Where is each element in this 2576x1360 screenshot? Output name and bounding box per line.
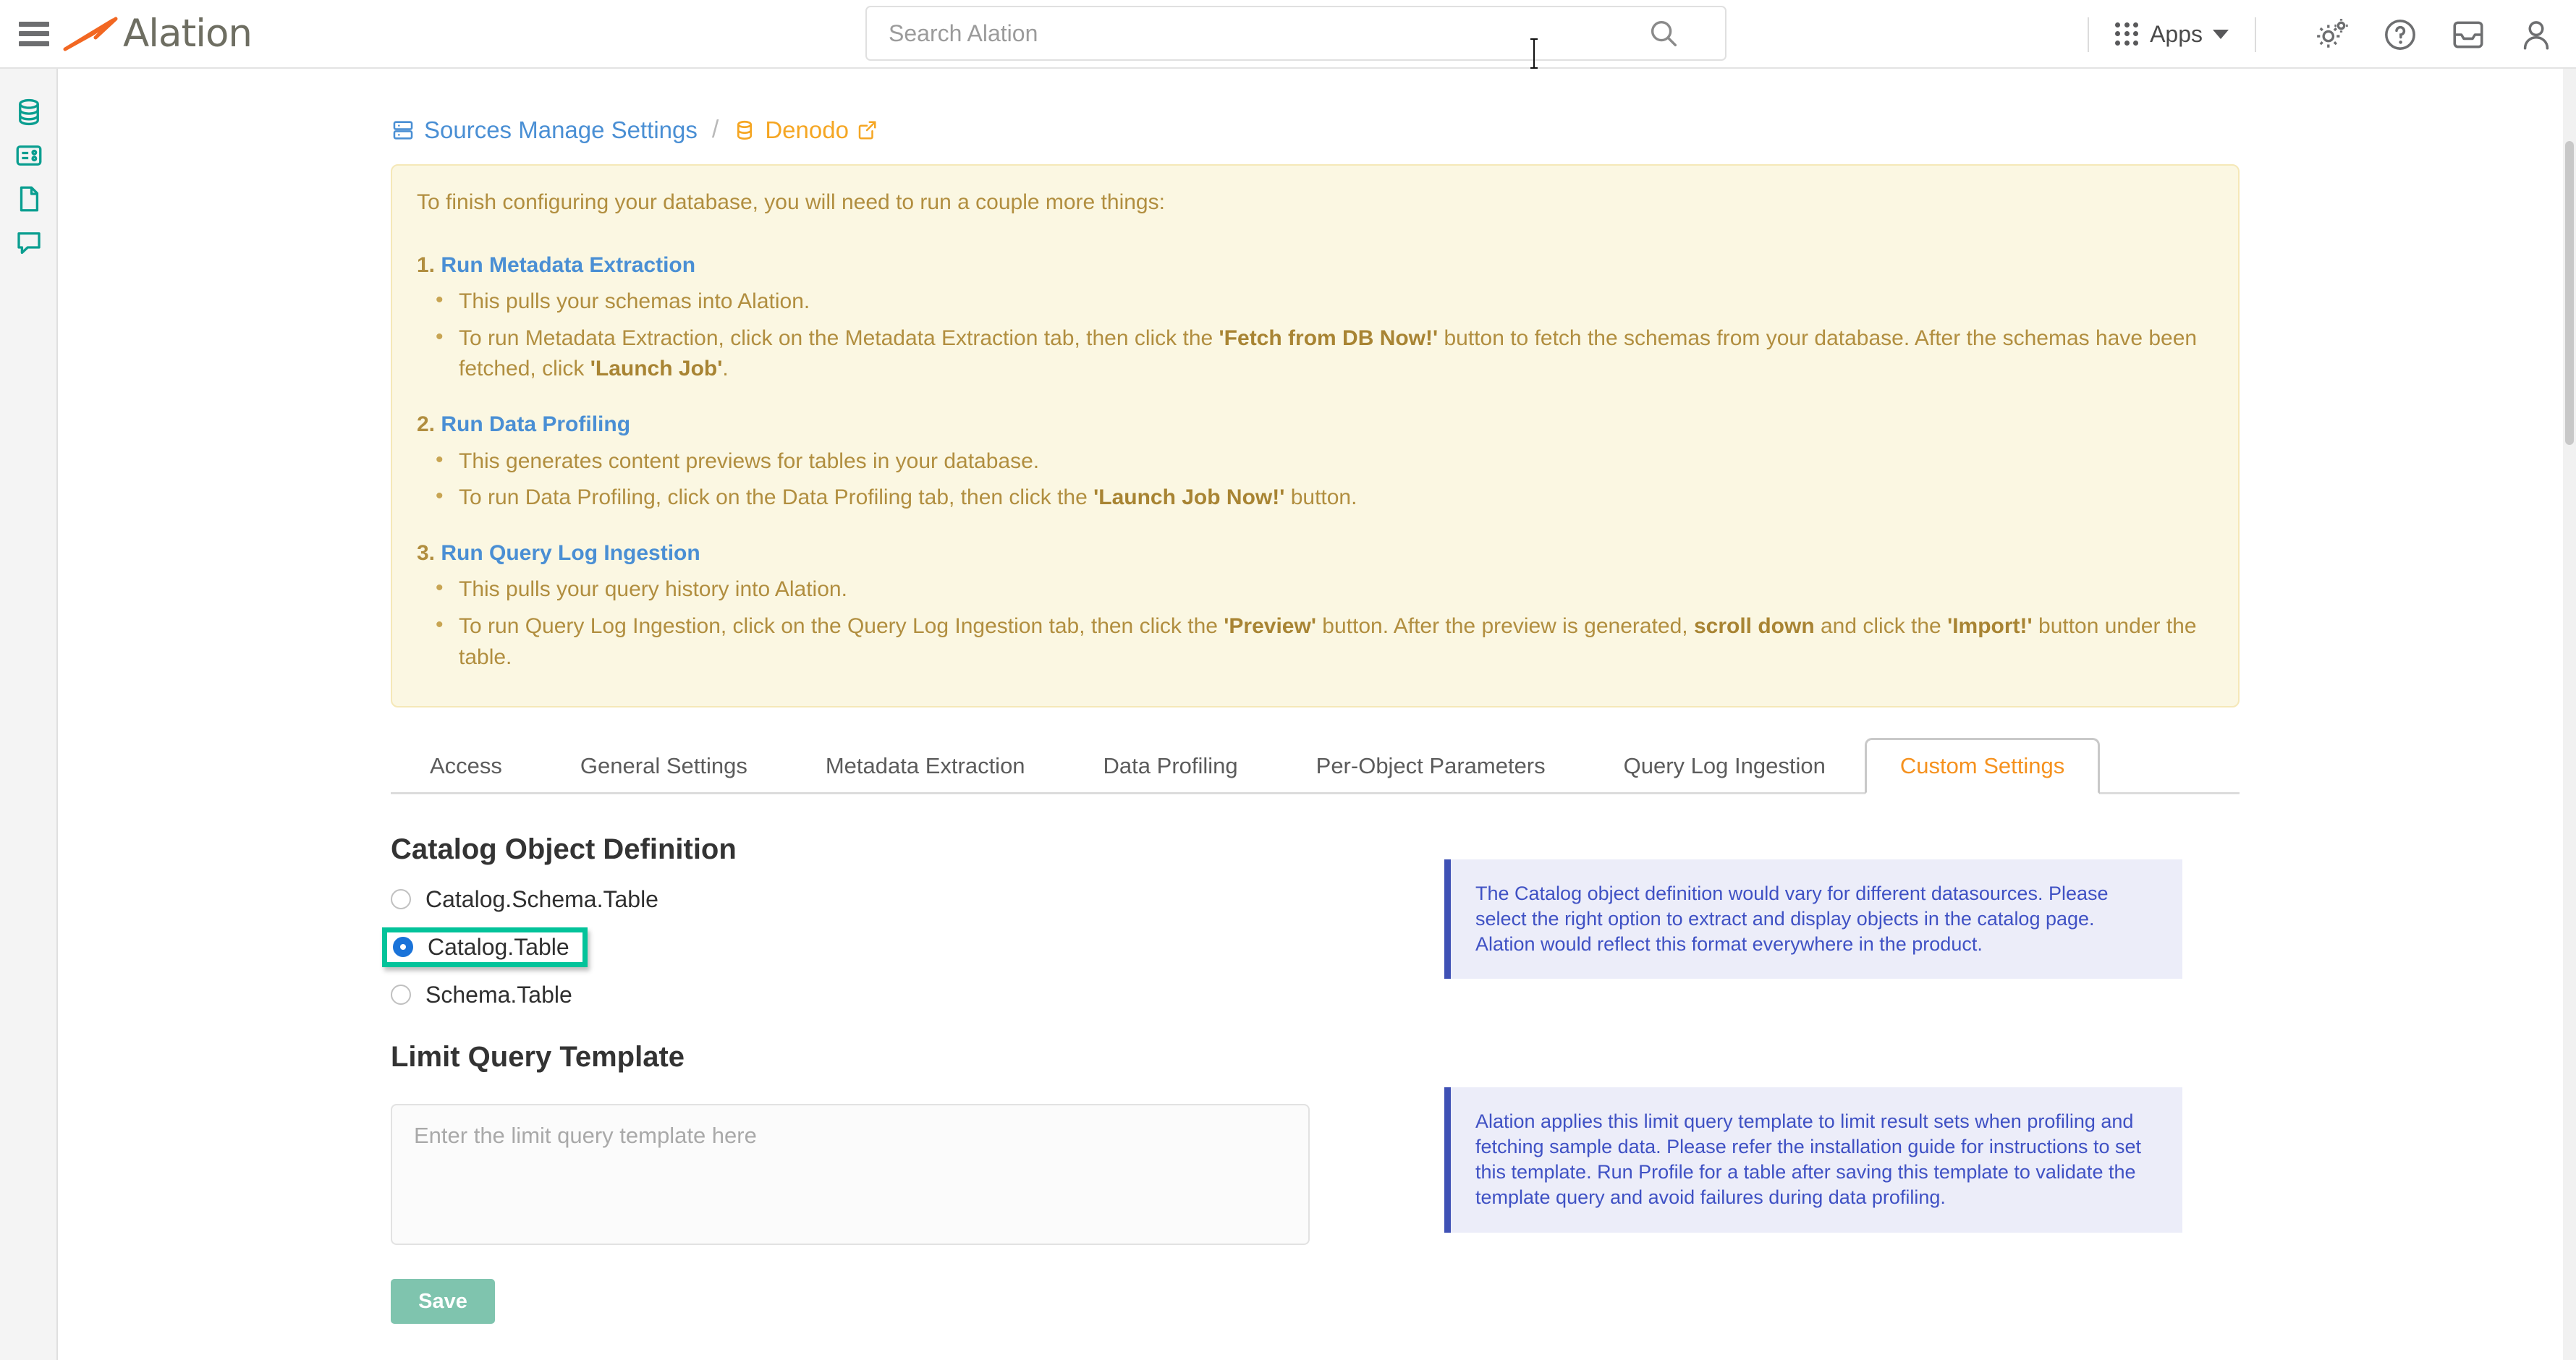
tab-custom-settings[interactable]: Custom Settings (1864, 738, 2101, 795)
inbox-icon[interactable] (2450, 17, 2486, 53)
banner-step-bullets: This pulls your query history into Alati… (417, 573, 2213, 673)
apps-menu-button[interactable]: Apps (2115, 21, 2229, 48)
alation-bowtie-icon (63, 17, 118, 51)
setup-instructions-banner: To finish configuring your database, you… (391, 164, 2240, 708)
banner-step-bullets: This pulls your schemas into Alation. To … (417, 285, 2213, 385)
global-search-box[interactable] (865, 6, 1726, 61)
apps-label: Apps (2150, 21, 2203, 47)
breadcrumb-denodo[interactable]: Denodo (733, 116, 878, 144)
limit-query-template-input[interactable] (391, 1104, 1310, 1246)
search-input[interactable] (887, 19, 1640, 48)
database-icon (737, 120, 753, 140)
server-icon (393, 120, 413, 140)
radio-indicator[interactable] (391, 889, 411, 910)
divider (2088, 17, 2090, 52)
banner-bullet-item: This generates content previews for tabl… (436, 445, 2206, 477)
user-profile-icon[interactable] (2518, 17, 2554, 53)
banner-step-label: Run Query Log Ingestion (441, 540, 700, 565)
main-content-area: Sources Manage Settings / Denodo To fini… (59, 69, 2556, 1360)
catalog-info-text: The Catalog object definition would vary… (1475, 883, 2109, 956)
limit-query-info-text: Alation applies this limit query templat… (1475, 1110, 2142, 1209)
tab-label: Per-Object Parameters (1315, 753, 1546, 779)
settings-tab-bar: Access General Settings Metadata Extractio… (391, 735, 2240, 795)
limit-query-info-callout: Alation applies this limit query templat… (1444, 1087, 2182, 1233)
breadcrumb-current-label: Denodo (765, 116, 849, 143)
document-icon (20, 186, 39, 212)
top-navigation-bar: Alation Apps (0, 0, 2576, 69)
banner-bullet-item: This pulls your schemas into Alation. (436, 285, 2206, 318)
banner-step-number: 2. (417, 412, 441, 436)
banner-step-bullets: This generates content previews for tabl… (417, 445, 2213, 514)
tab-label: Metadata Extraction (825, 753, 1025, 779)
help-question-icon[interactable] (2382, 17, 2418, 53)
banner-step-label: Run Metadata Extraction (441, 252, 696, 277)
banner-step-title[interactable]: 2. Run Data Profiling (417, 409, 2213, 441)
radio-option-label: Catalog.Schema.Table (425, 885, 658, 912)
tab-label: Custom Settings (1899, 753, 2065, 779)
banner-step-number: 3. (417, 540, 441, 565)
breadcrumb-sources-manage-settings[interactable]: Sources Manage Settings (391, 116, 698, 144)
radio-indicator[interactable] (391, 985, 411, 1006)
page-content: Sources Manage Settings / Denodo To fini… (382, 69, 2287, 1360)
alation-logo[interactable]: Alation (62, 12, 253, 56)
banner-step-label: Run Data Profiling (441, 412, 631, 436)
page-scrollbar-thumb[interactable] (2565, 141, 2574, 445)
dashboard-icon (16, 145, 42, 166)
banner-bullet-item: To run Data Profiling, click on the Data… (436, 481, 2206, 514)
sidebar-item-dashboard[interactable] (0, 134, 58, 177)
tab-access[interactable]: Access (430, 753, 502, 792)
search-icon[interactable] (1647, 17, 1680, 50)
banner-step-title[interactable]: 3. Run Query Log Ingestion (417, 538, 2213, 569)
tab-per-object-parameters[interactable]: Per-Object Parameters (1316, 753, 1546, 792)
breadcrumb-separator: / (711, 116, 719, 143)
selection-highlight-box[interactable]: Catalog.Table (382, 927, 588, 967)
radio-option-label: Schema.Table (425, 981, 572, 1008)
sidebar-item-documents[interactable] (0, 177, 58, 221)
apps-grid-icon (2115, 22, 2140, 47)
catalog-object-definition-section: Catalog Object Definition Catalog.Schema… (382, 833, 2240, 1015)
limit-section-title: Limit Query Template (391, 1041, 685, 1074)
tab-general-settings[interactable]: General Settings (580, 753, 747, 792)
tab-query-log-ingestion[interactable]: Query Log Ingestion (1624, 753, 1826, 792)
banner-step-number: 1. (417, 252, 441, 277)
tab-label: Access (430, 753, 502, 779)
hamburger-menu-icon[interactable] (19, 21, 49, 46)
tab-label: Query Log Ingestion (1623, 753, 1826, 779)
text-cursor-pointer (1530, 38, 1538, 69)
radio-indicator-selected[interactable] (393, 937, 413, 958)
breadcrumb: Sources Manage Settings / Denodo (391, 69, 2287, 144)
radio-option-label: Catalog.Table (428, 933, 569, 960)
banner-steps-list: 1. Run Metadata Extraction This pulls you… (417, 250, 2213, 673)
page-scrollbar-track[interactable] (2563, 69, 2576, 1360)
top-bar-right-actions: Apps (2062, 0, 2554, 69)
catalog-info-callout: The Catalog object definition would vary… (1444, 859, 2182, 979)
conversation-icon (17, 232, 41, 255)
tab-label: General Settings (580, 753, 747, 779)
left-icon-rail (0, 69, 58, 1360)
radio-option-schema-table[interactable]: Schema.Table (391, 974, 2240, 1015)
banner-bullet-item: To run Metadata Extraction, click on the… (436, 322, 2206, 385)
external-link-icon[interactable] (856, 119, 878, 141)
breadcrumb-parent-label: Sources Manage Settings (424, 116, 698, 143)
database-icon (19, 98, 39, 126)
banner-bullet-item: This pulls your query history into Alati… (436, 573, 2206, 605)
alation-wordmark: Alation (123, 12, 253, 56)
chevron-down-icon (2213, 30, 2229, 39)
banner-step-title[interactable]: 1. Run Metadata Extraction (417, 250, 2213, 281)
banner-bullet-item: To run Query Log Ingestion, click on the… (436, 610, 2206, 673)
tab-metadata-extraction[interactable]: Metadata Extraction (826, 753, 1025, 792)
limit-query-template-section: Limit Query Template Save Alation applie… (391, 1041, 2240, 1325)
sidebar-item-sources[interactable] (0, 90, 58, 134)
sidebar-item-conversations[interactable] (0, 221, 58, 264)
tab-data-profiling[interactable]: Data Profiling (1103, 753, 1238, 792)
banner-intro-text: To finish configuring your database, you… (417, 190, 1165, 214)
tab-label: Data Profiling (1103, 753, 1238, 779)
save-button[interactable]: Save (391, 1279, 495, 1325)
divider (2255, 17, 2256, 52)
gear-icon[interactable] (2314, 17, 2350, 53)
